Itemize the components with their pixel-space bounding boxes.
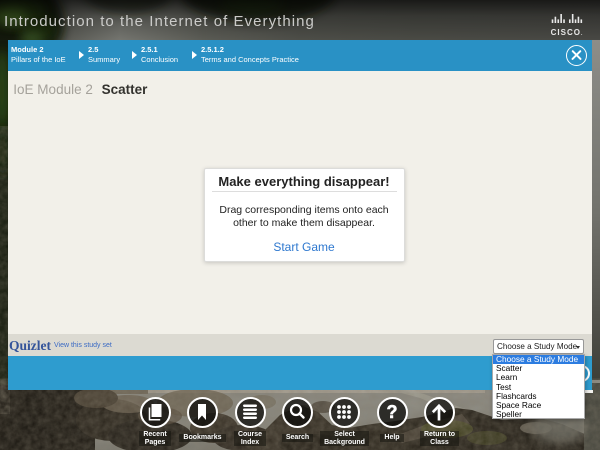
svg-text:?: ? <box>386 402 397 422</box>
